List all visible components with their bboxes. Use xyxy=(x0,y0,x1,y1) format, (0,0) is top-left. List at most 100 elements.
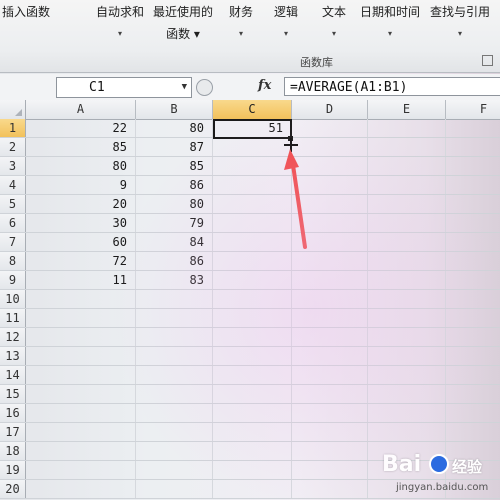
financial-button[interactable]: 财务 ▾ xyxy=(229,4,253,42)
cell-a11[interactable] xyxy=(26,309,136,327)
cell-a1[interactable]: 22 xyxy=(26,119,136,137)
cell-a12[interactable] xyxy=(26,328,136,346)
cell-e10[interactable] xyxy=(368,290,446,308)
row-header[interactable]: 7 xyxy=(0,233,26,251)
cell-d19[interactable] xyxy=(292,461,368,479)
cell-c19[interactable] xyxy=(213,461,292,479)
cell-b4[interactable]: 86 xyxy=(136,176,213,194)
cell-d16[interactable] xyxy=(292,404,368,422)
row-header[interactable]: 19 xyxy=(0,461,26,479)
cell-b7[interactable]: 84 xyxy=(136,233,213,251)
cell-c9[interactable] xyxy=(213,271,292,289)
cell-f2[interactable] xyxy=(446,138,500,156)
cell-b3[interactable]: 85 xyxy=(136,157,213,175)
cell-b15[interactable] xyxy=(136,385,213,403)
cell-a13[interactable] xyxy=(26,347,136,365)
cell-f16[interactable] xyxy=(446,404,500,422)
cell-d8[interactable] xyxy=(292,252,368,270)
cell-e9[interactable] xyxy=(368,271,446,289)
cell-b16[interactable] xyxy=(136,404,213,422)
cell-d20[interactable] xyxy=(292,480,368,498)
column-header-a[interactable]: A xyxy=(26,100,136,119)
row-header[interactable]: 1 xyxy=(0,119,26,137)
cell-a2[interactable]: 85 xyxy=(26,138,136,156)
cell-f1[interactable] xyxy=(446,119,500,137)
cell-c6[interactable] xyxy=(213,214,292,232)
cell-a16[interactable] xyxy=(26,404,136,422)
cell-c18[interactable] xyxy=(213,442,292,460)
cell-a5[interactable]: 20 xyxy=(26,195,136,213)
cell-e8[interactable] xyxy=(368,252,446,270)
cell-a7[interactable]: 60 xyxy=(26,233,136,251)
row-header[interactable]: 9 xyxy=(0,271,26,289)
cell-c8[interactable] xyxy=(213,252,292,270)
row-header[interactable]: 10 xyxy=(0,290,26,308)
cell-a8[interactable]: 72 xyxy=(26,252,136,270)
cell-b2[interactable]: 87 xyxy=(136,138,213,156)
cell-f14[interactable] xyxy=(446,366,500,384)
cell-d10[interactable] xyxy=(292,290,368,308)
cell-e13[interactable] xyxy=(368,347,446,365)
cell-b11[interactable] xyxy=(136,309,213,327)
cell-d14[interactable] xyxy=(292,366,368,384)
column-header-b[interactable]: B xyxy=(136,100,213,119)
cell-f3[interactable] xyxy=(446,157,500,175)
chevron-down-icon[interactable]: ▼ xyxy=(182,78,187,97)
row-header[interactable]: 2 xyxy=(0,138,26,156)
row-header[interactable]: 18 xyxy=(0,442,26,460)
cell-d15[interactable] xyxy=(292,385,368,403)
cell-a14[interactable] xyxy=(26,366,136,384)
cell-a9[interactable]: 11 xyxy=(26,271,136,289)
cell-b17[interactable] xyxy=(136,423,213,441)
cell-e3[interactable] xyxy=(368,157,446,175)
cell-e11[interactable] xyxy=(368,309,446,327)
cell-a3[interactable]: 80 xyxy=(26,157,136,175)
cell-b14[interactable] xyxy=(136,366,213,384)
cell-b13[interactable] xyxy=(136,347,213,365)
cell-d11[interactable] xyxy=(292,309,368,327)
cell-d9[interactable] xyxy=(292,271,368,289)
cell-d12[interactable] xyxy=(292,328,368,346)
cell-c10[interactable] xyxy=(213,290,292,308)
column-header-f[interactable]: F xyxy=(446,100,500,119)
column-header-e[interactable]: E xyxy=(368,100,446,119)
cell-c2[interactable] xyxy=(213,138,292,156)
cell-a19[interactable] xyxy=(26,461,136,479)
cell-d7[interactable] xyxy=(292,233,368,251)
cell-d5[interactable] xyxy=(292,195,368,213)
cell-b8[interactable]: 86 xyxy=(136,252,213,270)
cell-c4[interactable] xyxy=(213,176,292,194)
cell-c12[interactable] xyxy=(213,328,292,346)
row-header[interactable]: 12 xyxy=(0,328,26,346)
cell-b12[interactable] xyxy=(136,328,213,346)
row-header[interactable]: 16 xyxy=(0,404,26,422)
cell-b18[interactable] xyxy=(136,442,213,460)
row-header[interactable]: 15 xyxy=(0,385,26,403)
cell-e7[interactable] xyxy=(368,233,446,251)
cell-e15[interactable] xyxy=(368,385,446,403)
cell-f17[interactable] xyxy=(446,423,500,441)
cell-b19[interactable] xyxy=(136,461,213,479)
cell-f4[interactable] xyxy=(446,176,500,194)
dialog-launcher-icon[interactable] xyxy=(482,55,493,66)
cell-a20[interactable] xyxy=(26,480,136,498)
row-header[interactable]: 11 xyxy=(0,309,26,327)
cell-d4[interactable] xyxy=(292,176,368,194)
cell-b6[interactable]: 79 xyxy=(136,214,213,232)
cell-a18[interactable] xyxy=(26,442,136,460)
cell-c17[interactable] xyxy=(213,423,292,441)
cell-e2[interactable] xyxy=(368,138,446,156)
row-header[interactable]: 13 xyxy=(0,347,26,365)
row-header[interactable]: 8 xyxy=(0,252,26,270)
row-header[interactable]: 20 xyxy=(0,480,26,498)
cell-d13[interactable] xyxy=(292,347,368,365)
cell-e16[interactable] xyxy=(368,404,446,422)
insert-function-button[interactable]: 插入函数 xyxy=(2,4,50,20)
cell-f7[interactable] xyxy=(446,233,500,251)
text-button[interactable]: 文本 ▾ xyxy=(322,4,346,42)
cell-b5[interactable]: 80 xyxy=(136,195,213,213)
worksheet-grid[interactable]: A B C D E F 1 22 80 51 2 85 87 3 80 85 4 9 86 5 20 80 6 3… xyxy=(0,100,500,500)
row-header[interactable]: 6 xyxy=(0,214,26,232)
cell-f12[interactable] xyxy=(446,328,500,346)
cell-b1[interactable]: 80 xyxy=(136,119,213,137)
